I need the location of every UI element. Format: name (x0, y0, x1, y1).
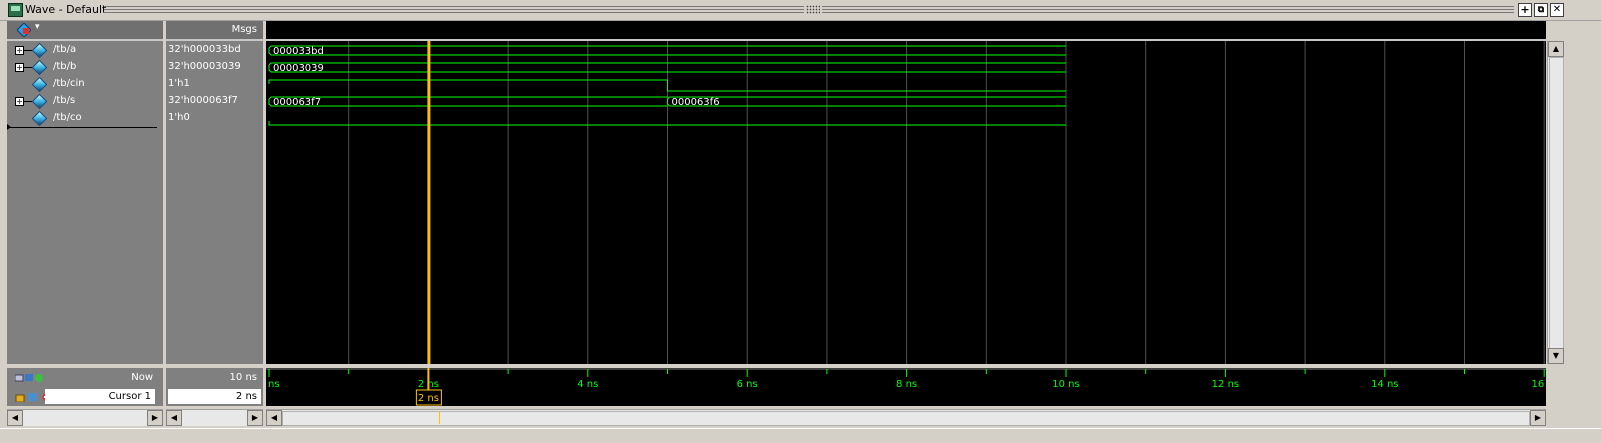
waveform-pane[interactable]: 000033bd 00003039 000063f7 000063f6 (266, 21, 1546, 364)
msgs-header: Msgs (166, 21, 263, 41)
bus-segment (667, 96, 1066, 107)
scroll-thumb[interactable] (1549, 57, 1564, 349)
ruler-tick-label: 12 ns (1212, 379, 1239, 390)
signal-name: /tb/s (53, 95, 76, 106)
signal-value: 32'h000063f7 (168, 95, 238, 106)
scroll-down-icon[interactable]: ▼ (1548, 348, 1564, 364)
signal-row[interactable]: + /tb/s (7, 93, 157, 110)
insertion-line (7, 127, 157, 128)
signal-row[interactable]: + /tb/a (7, 42, 157, 59)
bus-value-label: 00003039 (273, 63, 324, 74)
signal-name: /tb/b (53, 61, 77, 72)
scroll-right-icon[interactable]: ▶ (1530, 410, 1546, 426)
wave-window-icon (8, 3, 23, 17)
diamond-signal-icon (31, 110, 48, 127)
cursor-values-pane: 10 ns 2 ns (166, 368, 266, 406)
waveform-canvas[interactable]: 000033bd 00003039 000063f7 000063f6 (266, 41, 1546, 364)
scroll-left-icon[interactable]: ◀ (7, 410, 23, 426)
signal-name: /tb/cin (53, 78, 85, 89)
ruler-tick-label: ns (268, 379, 280, 390)
cursor-names-pane: Now Cursor 1 (7, 368, 166, 406)
signal-value: 1'h1 (168, 78, 190, 89)
signal-names-pane: ▾ + /tb/a + /tb/b/tb/cin + /tb/s/tb/co (7, 21, 166, 364)
ruler-tick-label: 4 ns (577, 379, 598, 390)
signal-value: 32'h00003039 (168, 61, 241, 72)
names-hscrollbar[interactable]: ◀ ▶ (7, 409, 163, 426)
bus-value-label: 000063f7 (273, 97, 321, 108)
signal-value: 32'h000033bd (168, 44, 241, 55)
waveform-hscrollbar[interactable]: ◀ ▶ (266, 409, 1546, 426)
scroll-right-icon[interactable]: ▶ (247, 410, 263, 426)
bus-segment (268, 96, 668, 107)
chevron-down-icon[interactable]: ▾ (35, 22, 40, 32)
cursor-line (427, 41, 431, 364)
time-ruler[interactable]: ns 2 ns 4 ns 6 ns 8 ns 10 ns 12 ns 14 ns 16 2 ns (266, 368, 1546, 406)
ruler-tick-label: 8 ns (896, 379, 917, 390)
bus-value-label: 000063f6 (672, 97, 720, 108)
signal-name: /tb/a (53, 44, 77, 55)
status-bar (0, 428, 1601, 443)
waveform-header (266, 21, 1546, 41)
window-title: Wave - Default (25, 3, 107, 16)
drag-grip-right[interactable] (822, 6, 1514, 13)
signal-row[interactable]: + /tb/b (7, 59, 157, 76)
close-button[interactable]: ✕ (1550, 3, 1564, 17)
now-label: Now (131, 372, 153, 383)
signal-row[interactable]: /tb/cin (7, 76, 157, 93)
bus-value-label: 000033bd (273, 46, 324, 57)
signal-name: /tb/co (53, 112, 82, 123)
cursor-time-label: 2 ns (418, 393, 439, 404)
ruler-tick-label: 6 ns (737, 379, 758, 390)
bit-waveform (268, 79, 1066, 92)
drag-grip-left[interactable] (104, 6, 804, 13)
add-button[interactable]: + (1518, 3, 1532, 17)
dock-grip-icon[interactable] (806, 5, 820, 14)
restore-button[interactable]: ⧉ (1534, 3, 1548, 17)
cursor-name-field[interactable]: Cursor 1 (45, 389, 155, 404)
wave-window: Wave - Default + ⧉ ✕ ▾ + /tb/a + /tb/b/tb/c… (0, 0, 1601, 443)
scroll-right-icon[interactable]: ▶ (147, 410, 163, 426)
cursor-tools-icon[interactable] (15, 373, 43, 383)
vertical-scrollbar[interactable]: ▲ ▼ (1547, 41, 1564, 364)
diamond-signal-icon (31, 93, 48, 110)
now-value: 10 ns (229, 372, 257, 383)
time-ruler-canvas[interactable]: ns 2 ns 4 ns 6 ns 8 ns 10 ns 12 ns 14 ns 162 ns (266, 368, 1546, 406)
hscroll-thumb[interactable] (282, 411, 1530, 426)
scroll-left-icon[interactable]: ◀ (166, 410, 182, 426)
signal-group-icon[interactable] (17, 23, 31, 37)
scroll-up-icon[interactable]: ▲ (1548, 41, 1564, 57)
scroll-left-icon[interactable]: ◀ (266, 410, 282, 426)
ruler-tick-label: 14 ns (1371, 379, 1398, 390)
title-bar[interactable]: Wave - Default + ⧉ ✕ (0, 0, 1601, 21)
signal-row[interactable]: /tb/co (7, 110, 157, 127)
cursor-value-field[interactable]: 2 ns (168, 389, 261, 404)
plus-expand-icon[interactable]: + (15, 46, 24, 55)
plus-expand-icon[interactable]: + (15, 63, 24, 72)
ruler-tick-label: 10 ns (1052, 379, 1079, 390)
signal-value: 1'h0 (168, 112, 190, 123)
plus-expand-icon[interactable]: + (15, 97, 24, 106)
values-hscrollbar[interactable]: ◀ ▶ (166, 409, 263, 426)
ruler-tick-label: 16 (1531, 379, 1544, 390)
cursor-marker (439, 411, 440, 424)
diamond-signal-icon (31, 42, 48, 59)
signal-values-pane: Msgs 32'h000033bd 32'h00003039 1'h1 32'h000… (166, 21, 266, 364)
arrow-right-icon (7, 124, 11, 130)
diamond-signal-icon (31, 59, 48, 76)
diamond-signal-icon (31, 76, 48, 93)
msgs-label: Msgs (231, 24, 257, 35)
names-header: ▾ (7, 21, 163, 41)
